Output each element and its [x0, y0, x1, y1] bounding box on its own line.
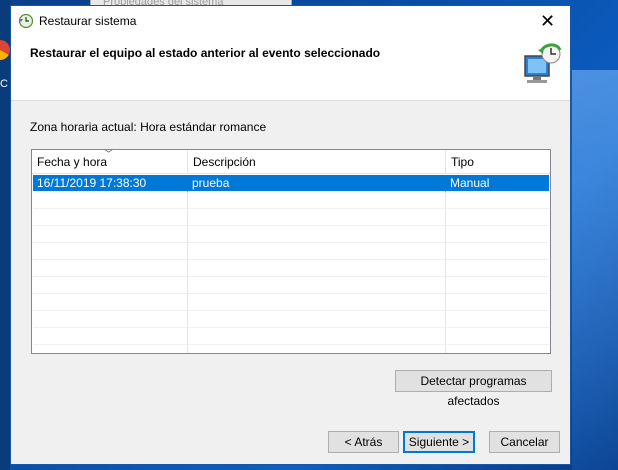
table-cell-empty — [33, 192, 188, 209]
table-row-empty — [33, 209, 549, 226]
table-cell-empty — [446, 209, 549, 226]
restore-dialog: Restaurar sistema ✕ Restaurar el equipo … — [10, 5, 571, 465]
column-header-date[interactable]: Fecha y hora ﹀ — [32, 150, 188, 174]
table-cell-empty — [446, 226, 549, 243]
column-header-description[interactable]: Descripción — [188, 150, 446, 174]
table-row-empty — [33, 277, 549, 294]
table-cell-empty — [188, 345, 446, 353]
table-cell-empty — [446, 328, 549, 345]
table-cell-empty — [188, 311, 446, 328]
back-button[interactable]: < Atrás — [328, 431, 399, 453]
column-header-date-label: Fecha y hora — [37, 155, 108, 169]
table-row-empty — [33, 260, 549, 277]
table-row-empty — [33, 226, 549, 243]
cell-date: 16/11/2019 17:38:30 — [33, 175, 188, 192]
table-cell-empty — [33, 243, 188, 260]
cell-type: Manual — [446, 175, 549, 192]
table-row-empty — [33, 243, 549, 260]
table-row-empty — [33, 294, 549, 311]
desktop-edge — [0, 0, 10, 470]
table-cell-empty — [33, 277, 188, 294]
next-button[interactable]: Siguiente > — [403, 431, 475, 453]
page-title: Restaurar el equipo al estado anterior a… — [30, 46, 381, 60]
sort-descending-icon: ﹀ — [104, 149, 114, 159]
table-cell-empty — [188, 192, 446, 209]
timezone-label: Zona horaria actual: Hora estándar roman… — [30, 120, 267, 134]
title-bar[interactable]: Restaurar sistema ✕ — [11, 6, 570, 36]
table-row-empty — [33, 192, 549, 209]
table-cell-empty — [446, 260, 549, 277]
table-cell-empty — [188, 209, 446, 226]
header-panel: Restaurar el equipo al estado anterior a… — [11, 36, 570, 101]
cancel-button[interactable]: Cancelar — [489, 431, 560, 453]
table-row-selected[interactable]: 16/11/2019 17:38:30 prueba Manual — [33, 175, 549, 192]
table-cell-empty — [446, 277, 549, 294]
table-cell-empty — [33, 209, 188, 226]
table-cell-empty — [446, 243, 549, 260]
column-header-type[interactable]: Tipo — [446, 150, 550, 174]
restore-points-table[interactable]: Fecha y hora ﹀ Descripción Tipo 16/11/20… — [31, 149, 551, 354]
detect-affected-programs-button[interactable]: Detectar programas afectados — [395, 370, 552, 408]
table-cell-empty — [446, 311, 549, 328]
restore-computer-icon — [524, 43, 562, 83]
table-cell-empty — [446, 345, 549, 353]
dialog-title: Restaurar sistema — [39, 14, 137, 28]
table-cell-empty — [33, 226, 188, 243]
table-cell-empty — [33, 345, 188, 353]
table-row-empty — [33, 345, 549, 353]
table-row-empty — [33, 311, 549, 328]
cell-description: prueba — [188, 175, 446, 192]
close-button[interactable]: ✕ — [525, 6, 570, 36]
table-cell-empty — [188, 294, 446, 311]
table-cell-empty — [188, 226, 446, 243]
table-cell-empty — [188, 277, 446, 294]
system-restore-icon — [18, 13, 34, 29]
table-cell-empty — [33, 294, 188, 311]
table-cell-empty — [33, 311, 188, 328]
windows-logo-light — [572, 70, 618, 470]
table-cell-empty — [33, 328, 188, 345]
table-cell-empty — [33, 260, 188, 277]
table-cell-empty — [188, 243, 446, 260]
table-row-empty — [33, 328, 549, 345]
table-cell-empty — [446, 294, 549, 311]
desktop-icon-label: C — [0, 78, 8, 90]
table-cell-empty — [446, 192, 549, 209]
table-cell-empty — [188, 328, 446, 345]
table-cell-empty — [188, 260, 446, 277]
